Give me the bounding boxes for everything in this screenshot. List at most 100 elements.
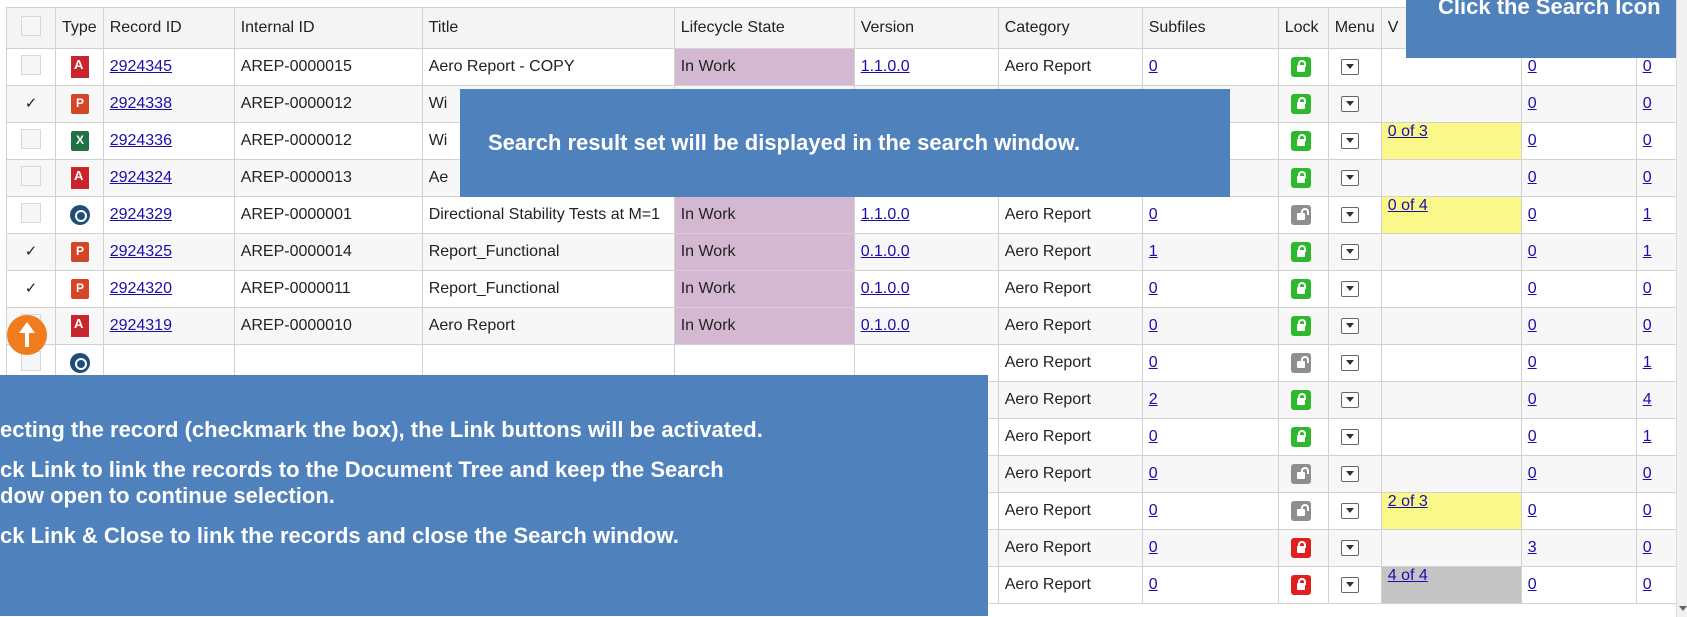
count-link[interactable]: 0 [1643, 539, 1652, 556]
column-header[interactable]: Record ID [102, 7, 235, 49]
version-link[interactable]: 1.1.0.0 [861, 206, 910, 223]
count-link[interactable]: 0 [1528, 317, 1537, 334]
select-all-checkbox[interactable] [21, 15, 41, 36]
lock-icon[interactable] [1290, 279, 1311, 299]
count-link[interactable]: 0 [1528, 58, 1537, 75]
count-link[interactable]: 0 [1528, 391, 1537, 408]
row-menu-dropdown-icon[interactable] [1340, 95, 1359, 112]
subfiles-link[interactable]: 0 [1149, 539, 1158, 556]
count-link[interactable]: 1 [1643, 354, 1652, 371]
column-header[interactable]: Title [421, 7, 675, 49]
column-header[interactable]: Category [997, 7, 1143, 49]
column-header[interactable]: Internal ID [233, 7, 423, 49]
subfiles-link[interactable]: 0 [1149, 206, 1158, 223]
row-checkbox[interactable] [21, 54, 41, 75]
row-menu-dropdown-icon[interactable] [1340, 206, 1359, 223]
subfiles-link[interactable]: 0 [1149, 58, 1158, 75]
record-id-link[interactable]: 2924325 [110, 243, 172, 260]
count-link[interactable]: 0 [1643, 95, 1652, 112]
subfiles-link[interactable]: 0 [1149, 354, 1158, 371]
lock-icon[interactable] [1290, 427, 1311, 447]
select-cell[interactable]: ✓ [6, 85, 56, 123]
column-header[interactable] [6, 7, 56, 49]
count-link[interactable]: 0 [1528, 576, 1537, 593]
record-id-link[interactable]: 2924345 [110, 58, 172, 75]
count-link[interactable]: 0 [1643, 465, 1652, 482]
count-link[interactable]: 0 [1528, 206, 1537, 223]
unlock-icon[interactable] [1290, 205, 1311, 225]
subfiles-link[interactable]: 0 [1149, 502, 1158, 519]
count-link[interactable]: 0 [1643, 280, 1652, 297]
column-header[interactable]: Type [55, 7, 104, 49]
version-link[interactable]: 0.1.0.0 [861, 243, 910, 260]
count-link[interactable]: 0 [1528, 465, 1537, 482]
column-header[interactable]: Version [853, 7, 999, 49]
version-link[interactable]: 0.1.0.0 [861, 317, 910, 334]
row-menu-dropdown-icon[interactable] [1340, 169, 1359, 186]
row-menu-dropdown-icon[interactable] [1340, 502, 1359, 519]
table-row[interactable]: ✓ 2924325 AREP-0000014Report_FunctionalIn … [6, 233, 1677, 271]
subfiles-link[interactable]: 0 [1149, 317, 1158, 334]
row-checkbox[interactable] [21, 165, 41, 186]
column-header[interactable]: Lifecycle State [673, 7, 855, 49]
row-checkbox[interactable]: ✓ [21, 279, 41, 299]
row-menu-dropdown-icon[interactable] [1340, 317, 1359, 334]
subfiles-link[interactable]: 1 [1149, 243, 1158, 260]
workflow-progress-link[interactable]: 0 of 4 [1388, 198, 1428, 215]
count-link[interactable]: 0 [1643, 58, 1652, 75]
version-link[interactable]: 1.1.0.0 [861, 58, 910, 75]
row-checkbox[interactable]: ✓ [21, 94, 41, 114]
vertical-scrollbar[interactable] [1676, 0, 1687, 617]
lock-icon[interactable] [1290, 94, 1311, 114]
record-id-link[interactable]: 2924329 [110, 206, 172, 223]
subfiles-link[interactable]: 0 [1149, 465, 1158, 482]
workflow-progress-link[interactable]: 0 of 3 [1388, 124, 1428, 141]
lock-icon[interactable] [1290, 538, 1311, 558]
unlock-icon[interactable] [1290, 464, 1311, 484]
select-cell[interactable] [6, 122, 56, 160]
record-id-link[interactable]: 2924320 [110, 280, 172, 297]
row-menu-dropdown-icon[interactable] [1340, 58, 1359, 75]
lock-icon[interactable] [1290, 316, 1311, 336]
count-link[interactable]: 0 [1528, 95, 1537, 112]
column-header[interactable]: Lock [1277, 7, 1329, 49]
column-header[interactable]: Menu [1327, 7, 1382, 49]
row-menu-dropdown-icon[interactable] [1340, 465, 1359, 482]
record-id-link[interactable]: 2924319 [110, 317, 172, 334]
count-link[interactable]: 1 [1643, 243, 1652, 260]
count-link[interactable]: 0 [1643, 502, 1652, 519]
subfiles-link[interactable]: 0 [1149, 576, 1158, 593]
table-row[interactable]: ✓ 2924320 AREP-0000011Report_FunctionalIn … [6, 270, 1677, 308]
table-row[interactable]: 2924319AREP-0000010Aero ReportIn Work0.1… [6, 307, 1677, 345]
count-link[interactable]: 0 [1528, 243, 1537, 260]
workflow-progress-link[interactable]: 4 of 4 [1388, 568, 1428, 585]
unlock-icon[interactable] [1290, 501, 1311, 521]
subfiles-link[interactable]: 0 [1149, 280, 1158, 297]
count-link[interactable]: 3 [1528, 539, 1537, 556]
select-cell[interactable] [6, 196, 56, 234]
count-link[interactable]: 0 [1528, 502, 1537, 519]
row-menu-dropdown-icon[interactable] [1340, 280, 1359, 297]
row-menu-dropdown-icon[interactable] [1340, 391, 1359, 408]
select-cell[interactable]: ✓ [6, 270, 56, 308]
lock-icon[interactable] [1290, 168, 1311, 188]
count-link[interactable]: 0 [1528, 169, 1537, 186]
row-checkbox[interactable]: ✓ [21, 242, 41, 262]
table-row[interactable]: 2924329 AREP-0000001 Directional Stability… [6, 196, 1677, 234]
count-link[interactable]: 0 [1643, 132, 1652, 149]
subfiles-link[interactable]: 0 [1149, 428, 1158, 445]
count-link[interactable]: 0 [1528, 354, 1537, 371]
workflow-progress-link[interactable]: 2 of 3 [1388, 494, 1428, 511]
row-menu-dropdown-icon[interactable] [1340, 132, 1359, 149]
count-link[interactable]: 4 [1643, 391, 1652, 408]
row-menu-dropdown-icon[interactable] [1340, 539, 1359, 556]
record-id-link[interactable]: 2924324 [110, 169, 172, 186]
row-checkbox[interactable] [21, 128, 41, 149]
select-cell[interactable] [6, 48, 56, 86]
row-menu-dropdown-icon[interactable] [1340, 354, 1359, 371]
count-link[interactable]: 0 [1528, 280, 1537, 297]
lock-icon[interactable] [1290, 131, 1311, 151]
select-cell[interactable]: ✓ [6, 233, 56, 271]
count-link[interactable]: 1 [1643, 206, 1652, 223]
count-link[interactable]: 0 [1643, 317, 1652, 334]
